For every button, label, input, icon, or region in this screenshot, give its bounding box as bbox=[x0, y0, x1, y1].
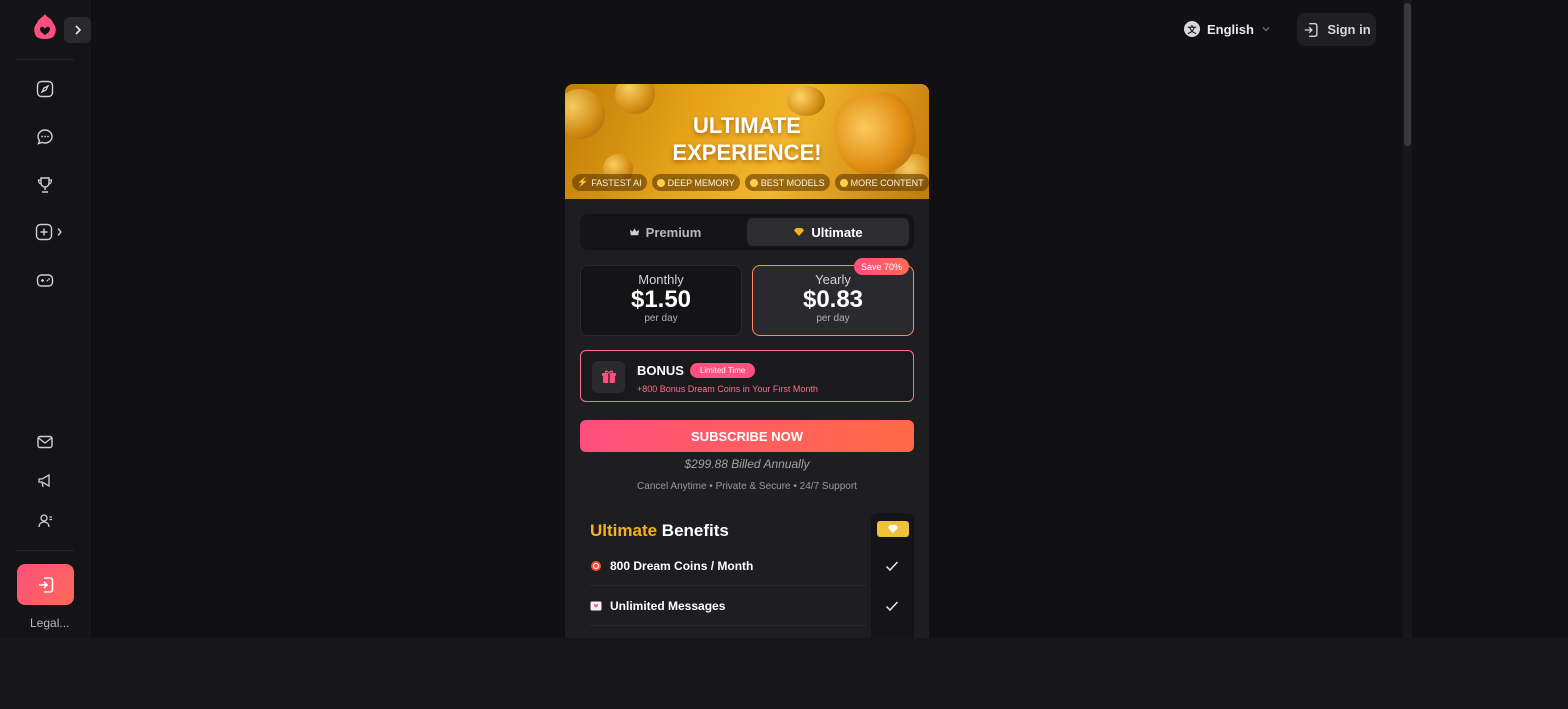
guarantees-text: Cancel Anytime • Private & Secure • 24/7… bbox=[637, 481, 857, 492]
chat-bubble-icon[interactable] bbox=[33, 125, 57, 149]
language-label: English bbox=[1207, 21, 1254, 37]
plan-unit: per day bbox=[644, 313, 678, 324]
feature-tag-label: BEST MODELS bbox=[760, 177, 825, 188]
signin-label: Sign in bbox=[1327, 22, 1371, 37]
bottom-area bbox=[0, 638, 1568, 709]
plan-name: Monthly bbox=[638, 272, 684, 287]
feature-tag-label: MORE CONTENT bbox=[850, 177, 924, 188]
benefits-title-highlight: Ultimate bbox=[590, 521, 658, 540]
check-icon bbox=[882, 556, 902, 576]
brand-logo-icon[interactable] bbox=[32, 12, 58, 42]
feature-tag-label: FASTEST AI bbox=[591, 177, 642, 188]
sidebar: Legal... bbox=[0, 0, 91, 638]
game-controller-icon[interactable] bbox=[33, 268, 57, 292]
promo-banner: ULTIMATE EXPERIENCE! ⚡ FASTEST AI DEEP ME… bbox=[565, 84, 929, 199]
plan-option-yearly[interactable]: Save 70% Yearly $0.83 per day bbox=[752, 258, 914, 336]
topbar-signin-button[interactable]: Sign in bbox=[1297, 13, 1376, 46]
benefit-label: Unlimited Messages bbox=[610, 598, 726, 613]
feature-tag: MORE CONTENT bbox=[834, 174, 929, 191]
bonus-description: +800 Bonus Dream Coins in Your First Mon… bbox=[637, 384, 818, 394]
plan-unit: per day bbox=[816, 313, 850, 324]
feature-tag: ⚡ FASTEST AI bbox=[572, 174, 647, 191]
gift-icon bbox=[592, 361, 625, 393]
tab-ultimate-label: Ultimate bbox=[811, 224, 863, 240]
bonus-offer: BONUS Limited Time +800 Bonus Dream Coin… bbox=[580, 350, 914, 402]
tier-tabs: Premium Ultimate bbox=[580, 214, 914, 250]
banner-title: ULTIMATE EXPERIENCE! bbox=[565, 112, 929, 166]
subscribe-now-button[interactable]: SUBSCRIBE NOW bbox=[580, 420, 914, 452]
benefits-title-rest: Benefits bbox=[657, 521, 729, 540]
billed-annually-text: $299.88 Billed Annually bbox=[684, 457, 810, 471]
coin-icon bbox=[590, 560, 602, 572]
feature-tag-label: DEEP MEMORY bbox=[667, 177, 735, 188]
plan-option-monthly[interactable]: Monthly $1.50 per day bbox=[580, 265, 742, 336]
app-root: Legal... 文 English Sign in ULTIMATE EXPE… bbox=[0, 0, 1568, 638]
trophy-icon[interactable] bbox=[33, 173, 57, 197]
plan-price: $0.83 bbox=[802, 286, 864, 313]
page-scrollbar[interactable] bbox=[1403, 0, 1412, 638]
feature-tag: BEST MODELS bbox=[744, 174, 830, 191]
user-account-icon[interactable] bbox=[33, 509, 57, 533]
login-arrow-icon bbox=[38, 576, 53, 593]
banner-title-line2: EXPERIENCE! bbox=[672, 140, 822, 165]
banner-title-line1: ULTIMATE bbox=[693, 113, 801, 138]
subscription-card: ULTIMATE EXPERIENCE! ⚡ FASTEST AI DEEP ME… bbox=[565, 84, 929, 638]
model-icon bbox=[749, 178, 758, 187]
diamond-icon bbox=[794, 228, 805, 236]
sidebar-signin-button[interactable] bbox=[17, 564, 74, 605]
sidebar-divider bbox=[16, 550, 74, 551]
save-badge: Save 70% bbox=[853, 258, 909, 275]
tab-premium[interactable]: Premium bbox=[584, 218, 746, 246]
tab-ultimate[interactable]: Ultimate bbox=[747, 218, 909, 246]
chevron-down-icon bbox=[1262, 27, 1270, 32]
lock-icon bbox=[839, 178, 848, 187]
bonus-title: BONUS bbox=[637, 363, 684, 378]
create-plus-menu-icon[interactable] bbox=[33, 220, 67, 244]
legal-link[interactable]: Legal... bbox=[30, 616, 69, 630]
benefit-label: 800 Dream Coins / Month bbox=[610, 558, 754, 573]
mail-icon[interactable] bbox=[33, 430, 57, 454]
benefit-row: 800 Dream Coins / Month bbox=[590, 546, 866, 586]
explore-compass-icon[interactable] bbox=[33, 77, 57, 101]
diamond-icon bbox=[877, 521, 909, 537]
chevron-right-icon bbox=[74, 25, 81, 35]
message-heart-icon bbox=[590, 600, 602, 612]
benefits-title: Ultimate Benefits bbox=[590, 521, 729, 541]
limited-time-badge: Limited Time bbox=[689, 363, 756, 378]
bonus-title-row: BONUS Limited Time bbox=[637, 363, 756, 378]
language-icon: 文 bbox=[1184, 21, 1200, 37]
scrollbar-thumb[interactable] bbox=[1404, 3, 1411, 146]
lightning-icon: ⚡ bbox=[577, 177, 589, 187]
login-arrow-icon bbox=[1305, 22, 1318, 37]
brain-icon bbox=[656, 178, 665, 187]
expand-sidebar-button[interactable] bbox=[64, 17, 91, 43]
tab-premium-label: Premium bbox=[645, 224, 702, 240]
language-selector[interactable]: 文 English bbox=[1184, 18, 1271, 40]
check-icon bbox=[882, 596, 902, 616]
coin-decoration bbox=[615, 84, 655, 114]
feature-tag: DEEP MEMORY bbox=[651, 174, 740, 191]
megaphone-icon[interactable] bbox=[33, 469, 57, 493]
plan-price: $1.50 bbox=[630, 286, 692, 313]
crown-icon bbox=[629, 227, 639, 235]
sidebar-divider bbox=[16, 59, 74, 60]
benefit-row: Unlimited Messages bbox=[590, 586, 866, 626]
banner-feature-tags: ⚡ FASTEST AI DEEP MEMORY BEST MODELS MORE… bbox=[572, 174, 929, 191]
